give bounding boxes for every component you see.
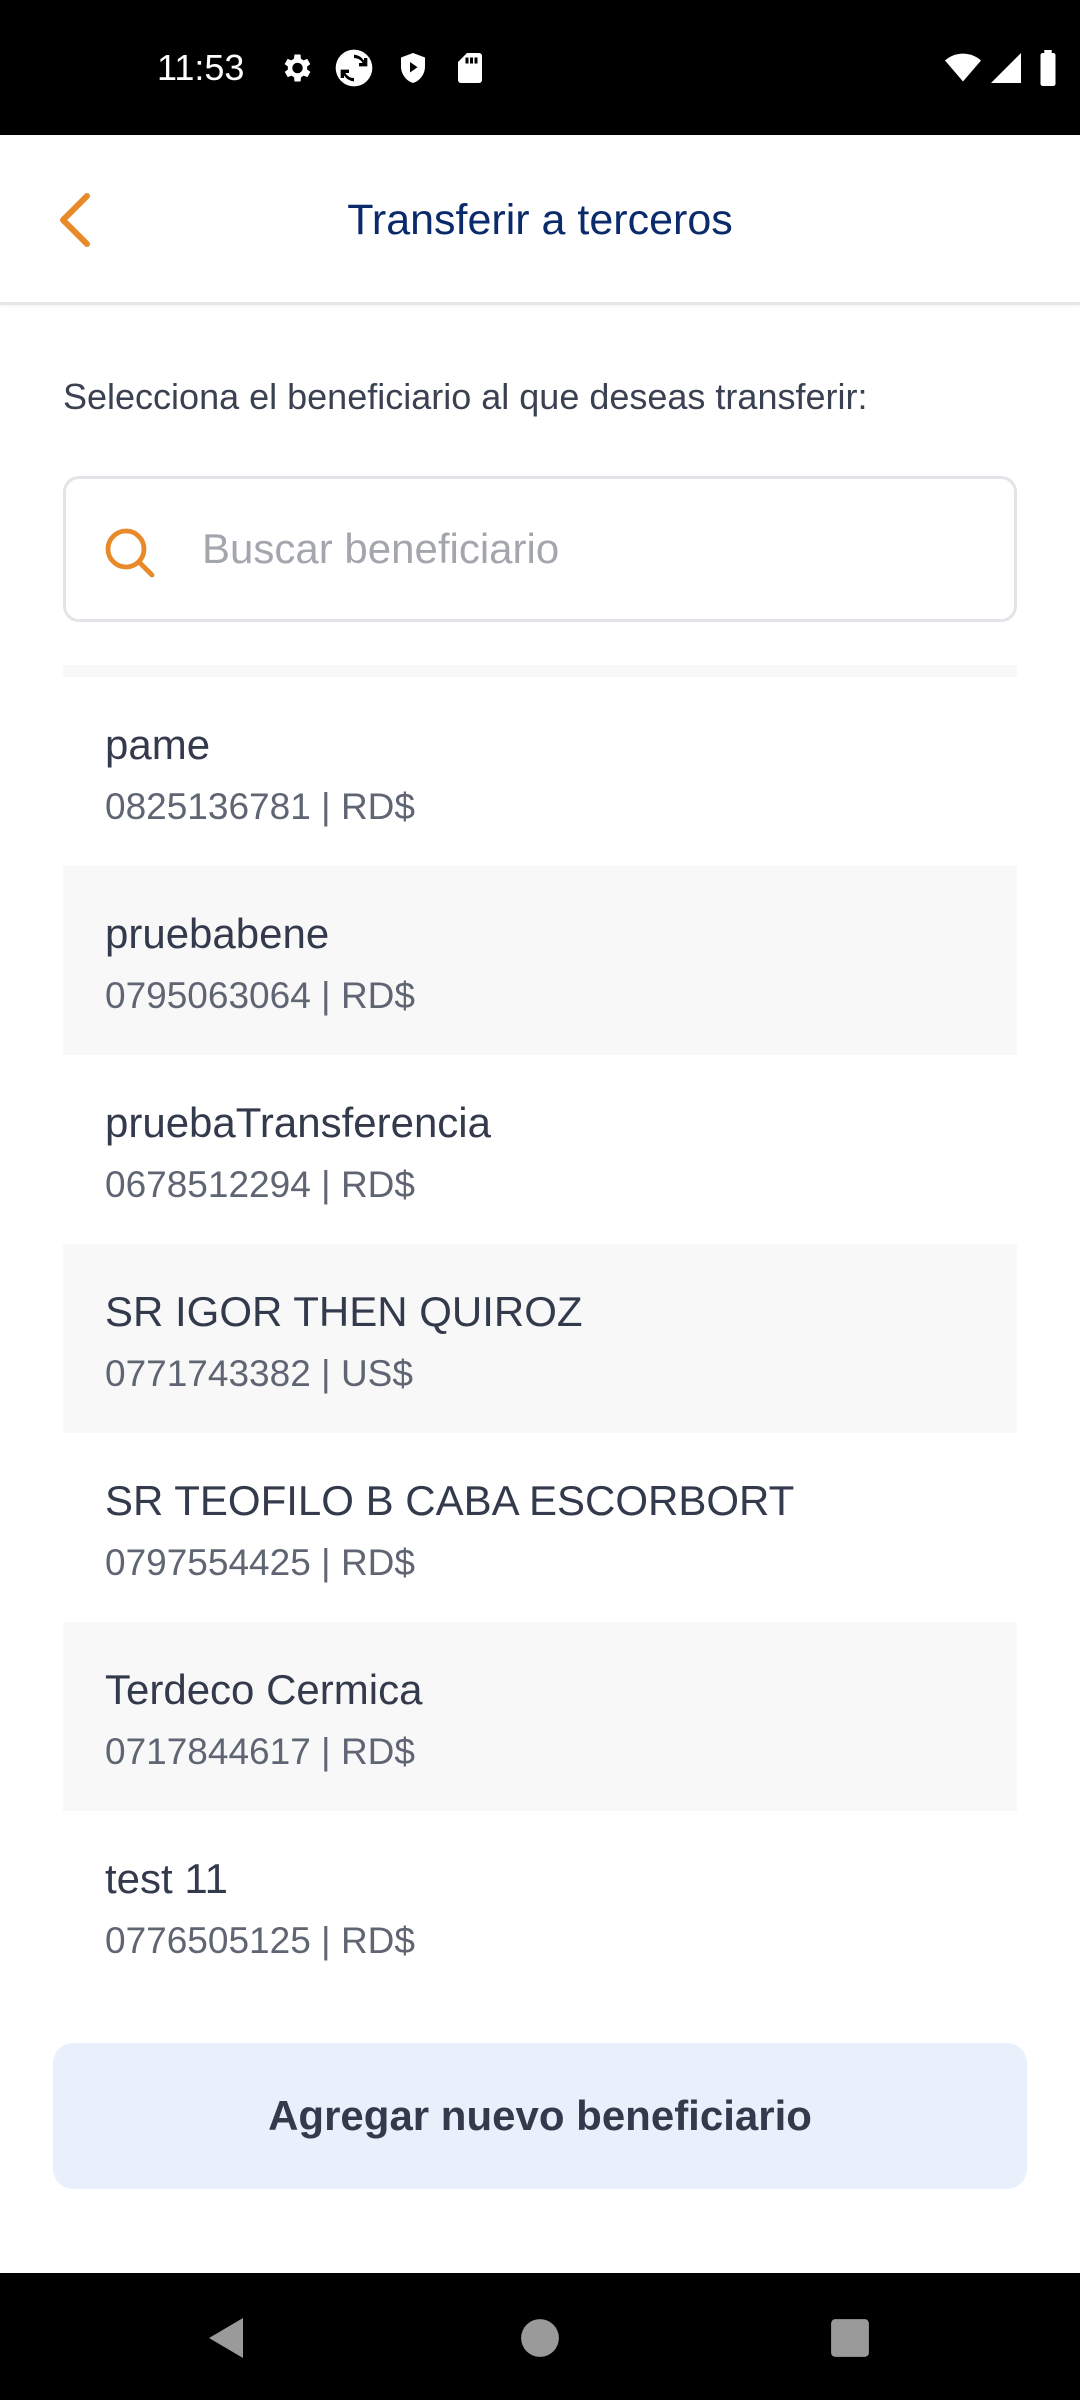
wifi-icon: [945, 53, 981, 82]
beneficiary-details: 0825136781 | RD$: [105, 786, 415, 827]
nav-back-button[interactable]: [175, 2293, 275, 2383]
search-box[interactable]: [63, 476, 1017, 622]
search-input[interactable]: [200, 509, 980, 589]
beneficiary-name: pruebaTransferencia: [105, 1099, 491, 1146]
shield-play-icon: [401, 53, 425, 83]
signal-icon: [991, 53, 1021, 83]
beneficiary-item[interactable]: pruebabene 0795063064 | RD$: [63, 866, 1017, 1055]
beneficiary-list: pame 0825136781 | RD$ pruebabene 0795063…: [63, 677, 1017, 2000]
beneficiary-details: 0797554425 | RD$: [105, 1542, 415, 1583]
beneficiary-name: test 11: [105, 1855, 228, 1902]
page-title: Transferir a terceros: [347, 196, 733, 244]
beneficiary-item[interactable]: pame 0825136781 | RD$: [63, 677, 1017, 866]
beneficiary-item[interactable]: Terdeco Cermica 0717844617 | RD$: [63, 1622, 1017, 1811]
beneficiary-details: 0771743382 | US$: [105, 1353, 413, 1394]
nav-recents-button[interactable]: [800, 2293, 900, 2383]
beneficiary-currency: RD$: [340, 1164, 415, 1205]
beneficiary-account: 0771743382: [105, 1353, 311, 1394]
beneficiary-account: 0795063064: [105, 975, 311, 1016]
beneficiary-account: 0717844617: [105, 1731, 311, 1772]
add-beneficiary-button[interactable]: Agregar nuevo beneficiario: [53, 2043, 1027, 2189]
list-scroll-edge: [63, 665, 1017, 677]
beneficiary-item[interactable]: pruebaTransferencia 0678512294 | RD$: [63, 1055, 1017, 1244]
beneficiary-item[interactable]: SR TEOFILO B CABA ESCORBORT 0797554425 |…: [63, 1433, 1017, 1622]
beneficiary-currency: US$: [340, 1353, 413, 1394]
beneficiary-currency: RD$: [340, 975, 415, 1016]
beneficiary-name: SR TEOFILO B CABA ESCORBORT: [105, 1477, 795, 1524]
beneficiary-name: Terdeco Cermica: [105, 1666, 423, 1713]
battery-icon: [1040, 50, 1056, 86]
beneficiary-item[interactable]: SR IGOR THEN QUIROZ 0771743382 | US$: [63, 1244, 1017, 1433]
system-nav-bar: [0, 2273, 1080, 2400]
beneficiary-currency: RD$: [340, 1542, 415, 1583]
search-icon: [105, 528, 155, 578]
beneficiary-account: 0776505125: [105, 1920, 311, 1961]
status-time: 11:53: [157, 47, 245, 88]
sync-icon: [335, 49, 373, 87]
instruction-text: Selecciona el beneficiario al que deseas…: [63, 376, 868, 417]
beneficiary-details: 0795063064 | RD$: [105, 975, 415, 1016]
beneficiary-currency: RD$: [340, 1920, 415, 1961]
beneficiary-name: pame: [105, 721, 211, 768]
gear-icon: [284, 54, 311, 82]
beneficiary-details: 0776505125 | RD$: [105, 1920, 415, 1961]
beneficiary-details: 0678512294 | RD$: [105, 1164, 415, 1205]
beneficiary-currency: RD$: [340, 786, 415, 827]
beneficiary-account: 0678512294: [105, 1164, 311, 1205]
beneficiary-currency: RD$: [340, 1731, 415, 1772]
recents-square-icon: [831, 2319, 869, 2357]
beneficiary-details: 0717844617 | RD$: [105, 1731, 415, 1772]
sd-card-icon: [458, 53, 482, 83]
beneficiary-item[interactable]: test 11 0776505125 | RD$: [63, 1811, 1017, 2000]
beneficiary-account: 0797554425: [105, 1542, 311, 1583]
nav-home-button[interactable]: [490, 2293, 590, 2383]
home-circle-icon: [521, 2319, 559, 2357]
beneficiary-name: SR IGOR THEN QUIROZ: [105, 1288, 583, 1335]
back-triangle-icon: [209, 2318, 243, 2358]
status-bar: 11:53: [0, 0, 1080, 135]
beneficiary-name: pruebabene: [105, 910, 330, 957]
beneficiary-account: 0825136781: [105, 786, 311, 827]
app-header: Transferir a terceros: [0, 135, 1080, 305]
